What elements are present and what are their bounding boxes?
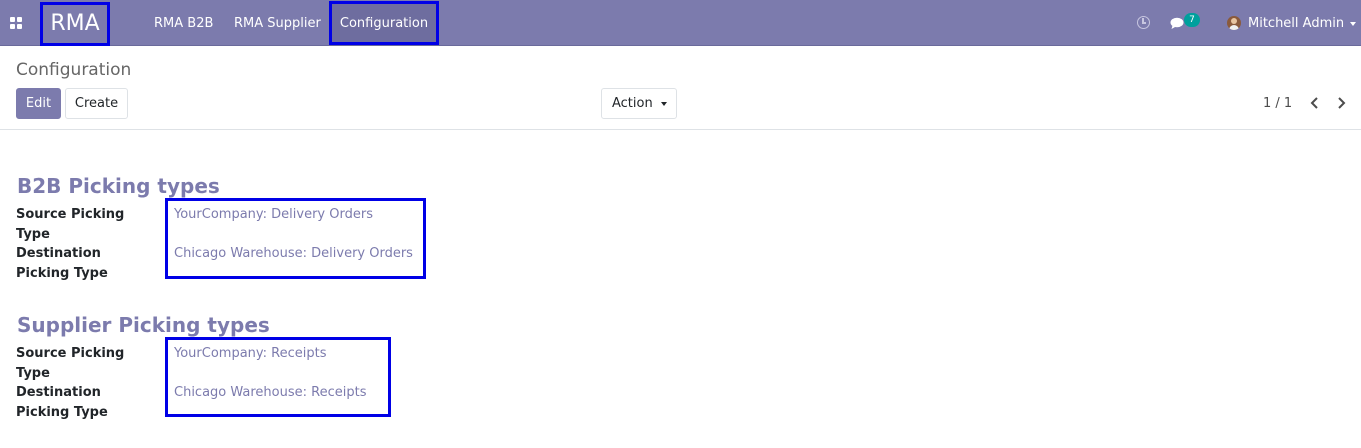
breadcrumb: Configuration [16, 60, 132, 80]
caret-down-icon [661, 102, 667, 106]
chevron-left-icon[interactable] [1308, 96, 1322, 110]
action-label: Action [612, 96, 653, 111]
field-label-destination-picking-type: Destination Picking Type [16, 385, 108, 420]
menu-configuration[interactable]: Configuration [329, 1, 439, 45]
chat-icon[interactable] [1170, 17, 1185, 30]
app-brand[interactable]: RMA [40, 2, 110, 46]
section-title-supplier: Supplier Picking types [17, 313, 270, 337]
action-dropdown[interactable]: Action [601, 88, 677, 119]
menu-rma-b2b[interactable]: RMA B2B [154, 0, 213, 46]
field-label-source-picking-type: Source Picking Type [16, 346, 125, 381]
top-navbar: RMA RMA B2B RMA Supplier Configuration 7… [0, 0, 1361, 46]
avatar[interactable] [1227, 16, 1241, 30]
chat-badge: 7 [1184, 13, 1200, 27]
divider [0, 129, 1361, 130]
field-value-destination-picking-type[interactable]: Chicago Warehouse: Delivery Orders [174, 246, 413, 261]
pager-value[interactable]: 1 / 1 [1263, 96, 1292, 111]
chevron-right-icon[interactable] [1334, 96, 1348, 110]
apps-grid-icon[interactable] [10, 17, 22, 29]
caret-down-icon[interactable] [1350, 22, 1356, 26]
menu-rma-supplier[interactable]: RMA Supplier [234, 0, 321, 46]
field-value-destination-picking-type[interactable]: Chicago Warehouse: Receipts [174, 385, 366, 400]
edit-button[interactable]: Edit [16, 88, 61, 119]
field-value-source-picking-type[interactable]: YourCompany: Receipts [174, 346, 327, 361]
user-menu[interactable]: Mitchell Admin [1248, 0, 1344, 46]
create-button[interactable]: Create [65, 88, 128, 119]
field-value-source-picking-type[interactable]: YourCompany: Delivery Orders [174, 207, 373, 222]
section-title-b2b: B2B Picking types [17, 174, 220, 198]
clock-icon[interactable] [1137, 16, 1150, 29]
field-label-source-picking-type: Source Picking Type [16, 207, 125, 242]
field-label-destination-picking-type: Destination Picking Type [16, 246, 108, 281]
